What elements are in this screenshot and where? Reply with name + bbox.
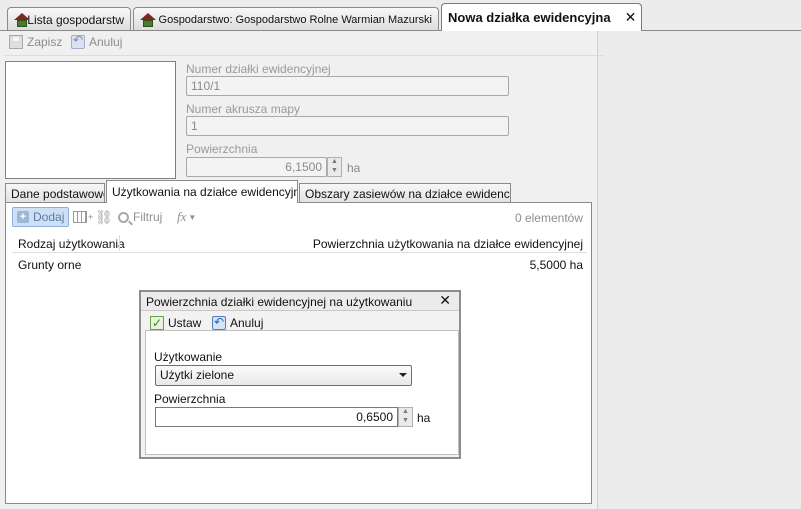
spin-up-icon[interactable]: ▲ xyxy=(328,158,341,167)
fx-icon: fx xyxy=(177,209,187,224)
plus-icon: + xyxy=(17,211,29,223)
tab-obszary-zasiewow[interactable]: Obszary zasiewów na działce ewidencyjnej xyxy=(299,183,511,202)
dialog-area-input[interactable]: 0,6500 xyxy=(155,407,398,427)
filter-button[interactable]: Filtruj xyxy=(118,210,162,224)
save-icon xyxy=(9,35,23,49)
group-icon: ⛓ xyxy=(95,209,113,225)
map-sheet-field[interactable]: 1 xyxy=(186,116,509,136)
tab-gospodarstwo[interactable]: Gospodarstwo: Gospodarstwo Rolne Warmian… xyxy=(133,7,439,31)
filter-label: Filtruj xyxy=(133,210,163,224)
parcel-number-label: Numer działki ewidencyjnej xyxy=(186,62,331,76)
column-header-usage-area[interactable]: Powierzchnia użytkowania na działce ewid… xyxy=(313,237,583,251)
farm-house-icon xyxy=(14,12,30,27)
tab-nowa-dzialka[interactable]: Nowa działka ewidencyjna ✕ xyxy=(441,3,642,31)
add-label: Dodaj xyxy=(33,210,65,224)
dialog-area-unit: ha xyxy=(417,411,431,425)
tab-lista-gospodarstw[interactable]: Lista gospodarstw xyxy=(7,7,131,31)
dialog-title: Powierzchnia działki ewidencyjnej na uży… xyxy=(146,295,413,309)
chevron-down-icon: ▼ xyxy=(188,212,197,222)
column-separator xyxy=(119,235,120,251)
map-sheet-label: Numer akrusza mapy xyxy=(186,102,301,116)
cancel-label: Anuluj xyxy=(89,35,123,49)
area-spinner[interactable]: ▲ ▼ xyxy=(327,157,342,177)
area-field[interactable]: 6,1500 xyxy=(186,157,327,177)
tab-strip-divider xyxy=(0,30,801,31)
dialog-set-button[interactable]: ✓ Ustaw xyxy=(150,316,201,330)
toolbar-divider xyxy=(5,55,605,56)
table-row[interactable]: Grunty orne 5,5000 ha xyxy=(12,255,587,275)
close-icon[interactable]: ✕ xyxy=(439,292,451,309)
farm-house-icon xyxy=(140,12,156,27)
tab-dane-podstawowe[interactable]: Dane podstawowe xyxy=(5,183,105,202)
area-unit: ha xyxy=(347,161,361,175)
usage-label: Użytkowanie xyxy=(154,350,223,364)
dialog-area-spinner[interactable]: ▲ ▼ xyxy=(398,407,413,427)
cancel-label: Anuluj xyxy=(230,316,264,330)
tab-label: Gospodarstwo: Gospodarstwo Rolne Warmian… xyxy=(158,13,432,26)
spin-down-icon[interactable]: ▼ xyxy=(328,167,341,176)
dialog-body: Użytkowanie Użytki zielone Powierzchnia … xyxy=(145,330,459,455)
area-dialog: Powierzchnia działki ewidencyjnej na uży… xyxy=(139,290,461,459)
usage-selected-value: Użytki zielone xyxy=(160,368,235,382)
cell-usage-area: 5,5000 ha xyxy=(529,258,583,272)
plus-small-icon: + xyxy=(88,212,94,222)
tab-uzytkowania[interactable]: Użytkowania na działce ewidencyjnej xyxy=(106,180,298,203)
dialog-area-label: Powierzchnia xyxy=(154,392,226,406)
tab-label: Obszary zasiewów na działce ewidencyjnej xyxy=(305,187,510,201)
column-header-usage-type[interactable]: Rodzaj użytkowania xyxy=(18,237,125,251)
group-button[interactable]: ⛓ xyxy=(95,209,113,226)
add-button[interactable]: + Dodaj xyxy=(12,207,70,227)
close-icon[interactable]: ✕ xyxy=(625,9,637,26)
tab-label: Nowa działka ewidencyjna xyxy=(448,10,611,25)
grid-header: Rodzaj użytkowania Powierzchnia użytkowa… xyxy=(12,233,587,253)
check-icon: ✓ xyxy=(150,316,164,330)
undo-icon: ↶ xyxy=(212,315,226,330)
dialog-cancel-button[interactable]: ↶ Anuluj xyxy=(212,316,263,330)
dialog-title-bar[interactable]: Powierzchnia działki ewidencyjnej na uży… xyxy=(141,292,459,311)
chevron-down-icon xyxy=(399,373,407,377)
columns-icon xyxy=(73,211,87,223)
tab-label: Dane podstawowe xyxy=(11,187,105,201)
undo-icon xyxy=(71,33,85,49)
photo-box xyxy=(5,61,176,179)
cancel-button[interactable]: Anuluj xyxy=(71,33,123,49)
parcel-number-field[interactable]: 110/1 xyxy=(186,76,509,96)
set-label: Ustaw xyxy=(168,316,202,330)
usage-select[interactable]: Użytki zielone xyxy=(155,365,412,386)
formula-button[interactable]: fx ▼ xyxy=(177,209,196,225)
tab-label: Użytkowania na działce ewidencyjnej xyxy=(112,185,298,199)
cell-usage-type: Grunty orne xyxy=(18,258,82,272)
area-label: Powierzchnia xyxy=(186,142,258,156)
element-count: 0 elementów xyxy=(514,211,583,225)
right-panel xyxy=(597,31,801,509)
spin-up-icon[interactable]: ▲ xyxy=(399,408,412,417)
search-icon xyxy=(118,211,129,223)
columns-button[interactable]: + xyxy=(73,211,93,223)
save-button[interactable]: Zapisz xyxy=(9,35,62,49)
spin-down-icon[interactable]: ▼ xyxy=(399,417,412,426)
save-label: Zapisz xyxy=(27,35,63,49)
tab-label: Lista gospodarstw xyxy=(27,12,124,27)
